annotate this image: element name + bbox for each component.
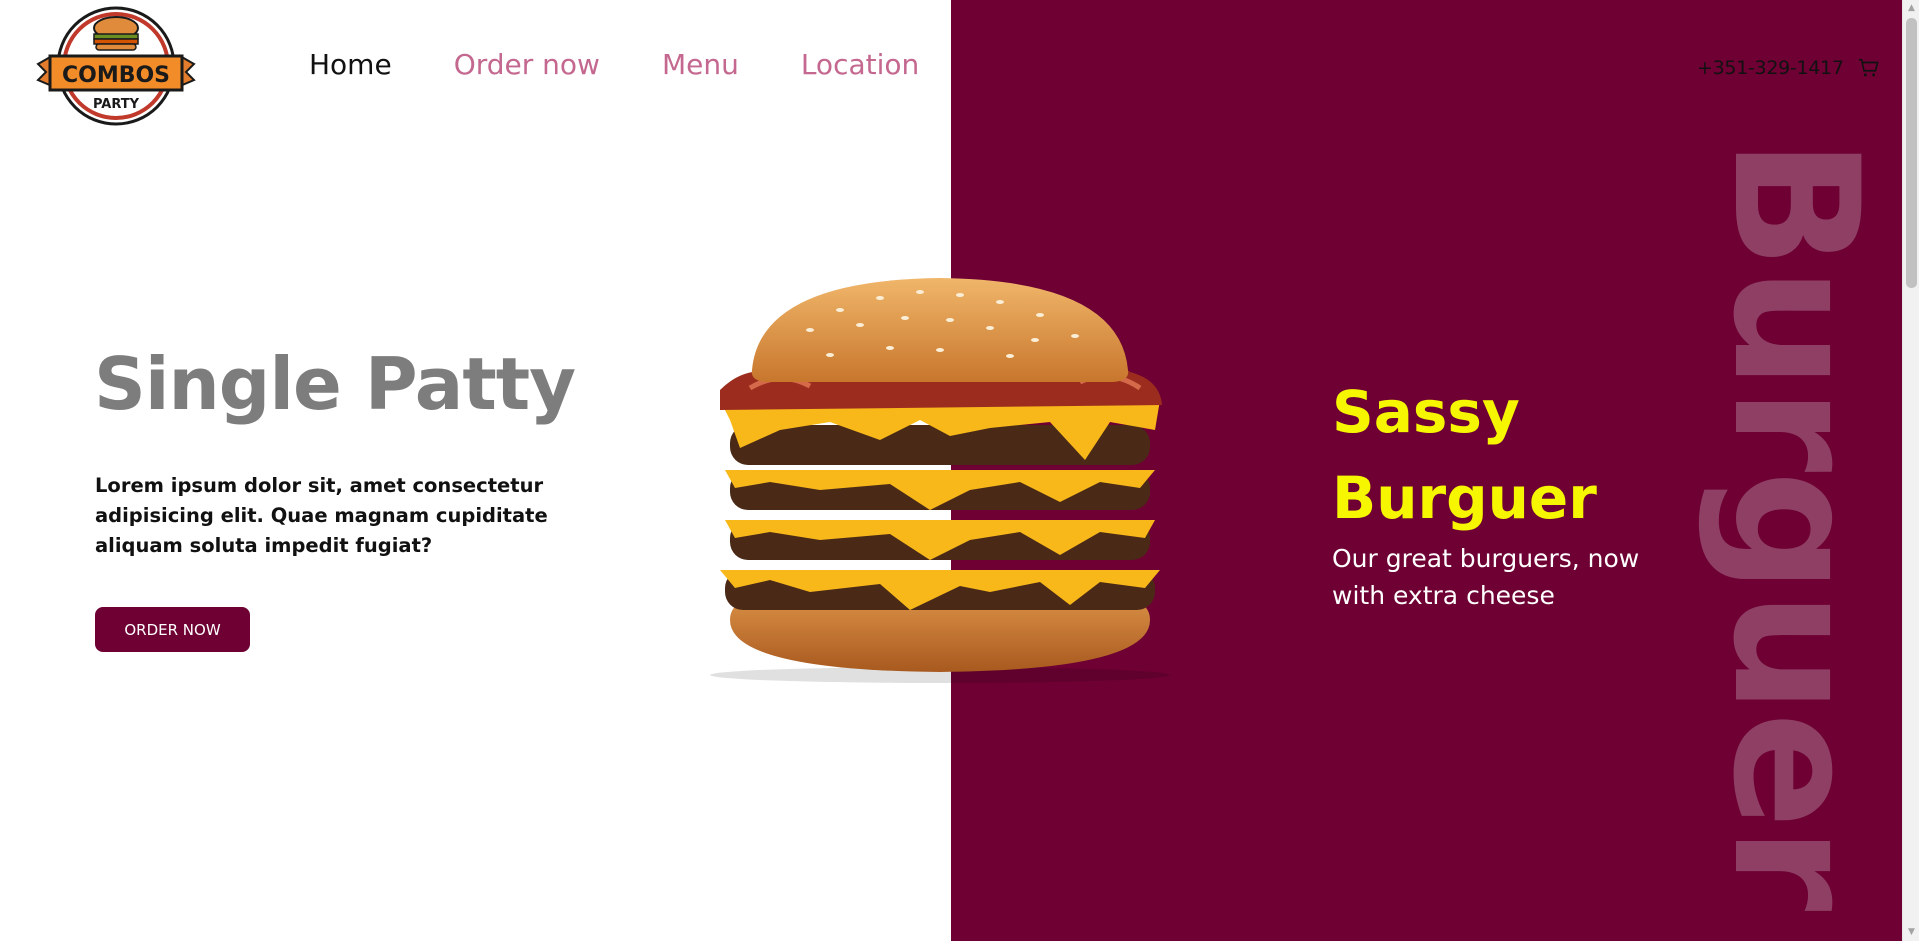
- page: COMBOS PARTY Home Order now Menu Locatio…: [0, 0, 1919, 941]
- nav-order-now[interactable]: Order now: [454, 48, 600, 81]
- scroll-up-icon[interactable]: ▲: [1903, 0, 1919, 17]
- main-nav: Home Order now Menu Location: [309, 48, 981, 81]
- nav-home[interactable]: Home: [309, 48, 392, 81]
- logo-text-top: COMBOS: [62, 63, 170, 88]
- vertical-scrollbar[interactable]: ▲ ▼: [1902, 0, 1919, 941]
- vertical-decorative-word: Burguer: [1695, 138, 1896, 910]
- logo-text-bottom: PARTY: [93, 97, 140, 112]
- scroll-thumb[interactable]: [1906, 18, 1917, 288]
- order-now-button[interactable]: ORDER NOW: [95, 607, 250, 652]
- scroll-down-icon[interactable]: ▼: [1903, 924, 1919, 941]
- hero-title: Single Patty: [94, 342, 576, 426]
- nav-location[interactable]: Location: [801, 48, 919, 81]
- cart-icon[interactable]: [1858, 57, 1880, 79]
- combos-party-logo[interactable]: COMBOS PARTY: [36, 4, 196, 128]
- promo-subtitle: Our great burguers, now with extra chees…: [1332, 544, 1640, 610]
- burger-image: [710, 278, 1170, 683]
- promo-title-line1: Sassy: [1332, 378, 1520, 446]
- phone-number[interactable]: +351-329-1417: [1697, 57, 1844, 79]
- nav-menu[interactable]: Menu: [662, 48, 739, 81]
- promo-title-line2: Burguer: [1332, 464, 1597, 532]
- hero-description: Lorem ipsum dolor sit, amet consectetur …: [95, 474, 548, 557]
